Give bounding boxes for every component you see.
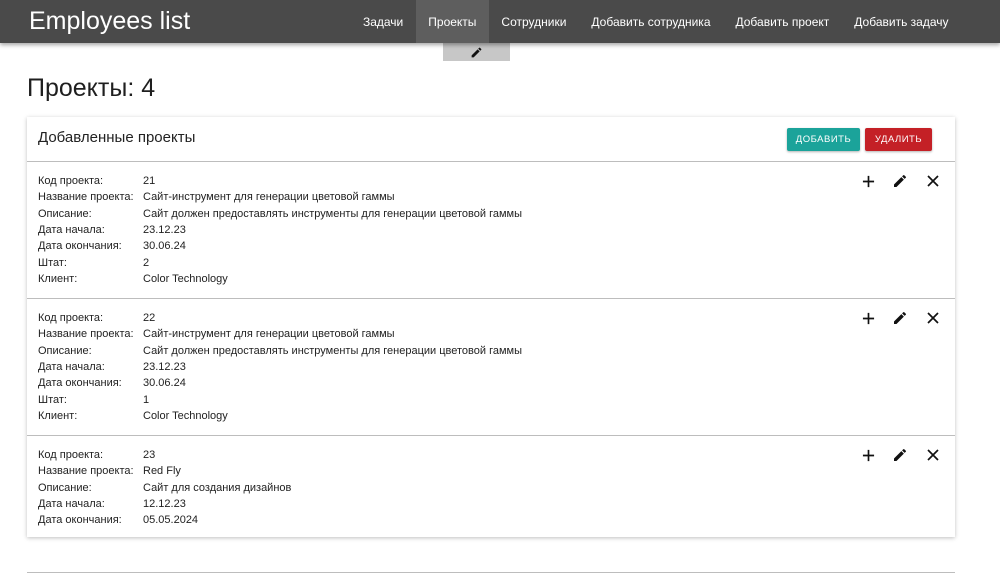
field-label: Дата начала: [38, 498, 105, 510]
row-actions [859, 309, 949, 327]
add-button[interactable]: Добавить [787, 128, 860, 151]
field-label: Код проекта: [38, 175, 104, 187]
edit-project-button[interactable] [891, 172, 909, 190]
add-task-button[interactable] [859, 172, 877, 190]
page-title: Проекты: 4 [27, 74, 156, 102]
project-staff: 2 [143, 257, 150, 269]
pencil-icon [894, 174, 907, 187]
field-label: Дата начала: [38, 361, 105, 373]
pencil-icon [894, 448, 907, 461]
close-icon [927, 449, 939, 461]
field-label: Описание: [38, 345, 92, 357]
project-code: 21 [143, 175, 156, 187]
edit-project-button[interactable] [891, 309, 909, 327]
project-code: 23 [143, 449, 156, 461]
edit-project-button[interactable] [891, 446, 909, 464]
project-name: Сайт-инструмент для генерации цветовой г… [143, 191, 395, 203]
top-navbar: Employees list Задачи Проекты Сотрудники… [0, 0, 1000, 43]
delete-project-button[interactable] [924, 446, 942, 464]
project-code: 22 [143, 312, 156, 324]
active-tab-edit-indicator[interactable] [443, 43, 510, 61]
field-label: Название проекта: [38, 191, 134, 203]
card-header: Добавленные проекты Добавить Удалить [27, 117, 955, 162]
project-description: Сайт для создания дизайнов [143, 482, 292, 494]
project-start-date: 23.12.23 [143, 224, 186, 236]
field-label: Штат: [38, 257, 67, 269]
field-label: Код проекта: [38, 312, 104, 324]
project-staff: 1 [143, 394, 150, 406]
delete-button[interactable]: Удалить [865, 128, 932, 151]
delete-project-button[interactable] [924, 309, 942, 327]
field-label: Код проекта: [38, 449, 104, 461]
nav-item-projects[interactable]: Проекты [415, 0, 489, 43]
field-label: Дата окончания: [38, 240, 122, 252]
project-client: Color Technology [143, 410, 228, 422]
projects-card: Добавленные проекты Добавить Удалить Код… [27, 117, 955, 573]
pencil-icon [894, 311, 907, 324]
project-row: Код проекта: 21 Название проекта: Сайт-и… [27, 162, 955, 299]
project-end-date: 30.06.24 [143, 377, 186, 389]
card-title: Добавленные проекты [38, 129, 196, 146]
nav-item-add-task[interactable]: Добавить задачу [842, 0, 961, 43]
field-label: Описание: [38, 208, 92, 220]
plus-icon [862, 175, 874, 187]
project-end-date: 05.05.2024 [143, 514, 199, 526]
app-brand[interactable]: Employees list [29, 4, 190, 38]
project-name: Red Fly [143, 465, 181, 477]
project-description: Сайт должен предоставлять инструменты дл… [143, 345, 523, 357]
field-label: Название проекта: [38, 328, 134, 340]
project-end-date: 30.06.24 [143, 240, 186, 252]
nav-item-add-project[interactable]: Добавить проект [723, 0, 842, 43]
nav-item-add-employee[interactable]: Добавить сотрудника [579, 0, 723, 43]
project-start-date: 23.12.23 [143, 361, 186, 373]
nav-item-tasks[interactable]: Задачи [350, 0, 415, 43]
field-label: Штат: [38, 394, 67, 406]
project-client: Color Technology [143, 273, 228, 285]
field-label: Дата окончания: [38, 377, 122, 389]
project-start-date: 12.12.23 [143, 498, 186, 510]
field-label: Описание: [38, 482, 92, 494]
field-label: Клиент: [38, 273, 78, 285]
delete-project-button[interactable] [924, 172, 942, 190]
project-description: Сайт должен предоставлять инструменты дл… [143, 208, 523, 220]
field-label: Дата начала: [38, 224, 105, 236]
project-name: Сайт-инструмент для генерации цветовой г… [143, 328, 395, 340]
project-row: Код проекта: 23 Название проекта: Red Fl… [27, 436, 955, 573]
nav-menu: Задачи Проекты Сотрудники Добавить сотру… [350, 0, 961, 43]
row-actions [859, 172, 949, 190]
add-task-button[interactable] [859, 309, 877, 327]
close-icon [927, 312, 939, 324]
project-row: Код проекта: 22 Название проекта: Сайт-и… [27, 299, 955, 436]
add-task-button[interactable] [859, 446, 877, 464]
row-actions [859, 446, 949, 464]
pencil-icon [471, 47, 482, 57]
field-label: Клиент: [38, 410, 78, 422]
nav-item-employees[interactable]: Сотрудники [489, 0, 579, 43]
plus-icon [862, 312, 874, 324]
field-label: Название проекта: [38, 465, 134, 477]
field-label: Дата окончания: [38, 514, 122, 526]
plus-icon [862, 449, 874, 461]
close-icon [927, 175, 939, 187]
